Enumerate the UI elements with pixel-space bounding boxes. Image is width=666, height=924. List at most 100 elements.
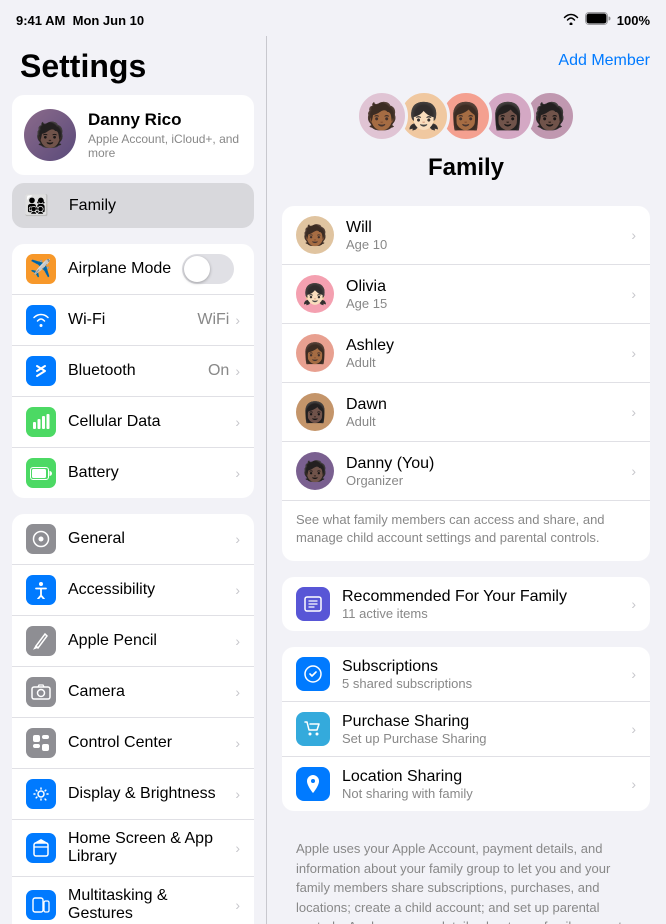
wifi-value: WiFi bbox=[197, 311, 229, 329]
members-info-text: See what family members can access and s… bbox=[282, 501, 650, 561]
bluetooth-chevron: › bbox=[235, 363, 240, 379]
purchase-sharing-info: Purchase Sharing Set up Purchase Sharing bbox=[342, 713, 487, 746]
purchase-sharing-chevron: › bbox=[631, 721, 636, 737]
status-bar: 9:41 AM Mon Jun 10 100% bbox=[0, 0, 666, 36]
multitasking-icon bbox=[26, 890, 56, 920]
controlcenter-label: Control Center bbox=[68, 734, 235, 752]
recommended-chevron: › bbox=[631, 596, 636, 612]
airplane-label: Airplane Mode bbox=[68, 260, 182, 278]
sidebar-item-display[interactable]: Display & Brightness › bbox=[12, 769, 254, 820]
member-olivia-chevron: › bbox=[631, 286, 636, 302]
family-row[interactable]: 👨‍👩‍👧‍👦 Family bbox=[12, 183, 254, 228]
homescreen-chevron: › bbox=[235, 840, 240, 856]
member-avatar-danny: 🧑🏿 bbox=[296, 452, 334, 490]
sidebar-item-general[interactable]: General › bbox=[12, 514, 254, 565]
camera-chevron: › bbox=[235, 684, 240, 700]
sidebar-item-cellular[interactable]: Cellular Data › bbox=[12, 397, 254, 448]
cellular-chevron: › bbox=[235, 414, 240, 430]
applepencil-chevron: › bbox=[235, 633, 240, 649]
sidebar-item-wifi[interactable]: Wi-Fi WiFi › bbox=[12, 295, 254, 346]
sidebar-item-camera[interactable]: Camera › bbox=[12, 667, 254, 718]
profile-subtitle: Apple Account, iCloud+, and more bbox=[88, 132, 242, 160]
location-sharing-icon bbox=[296, 767, 330, 801]
subscriptions-chevron: › bbox=[631, 666, 636, 682]
member-will-chevron: › bbox=[631, 227, 636, 243]
member-olivia[interactable]: 👧🏻 Olivia Age 15 › bbox=[282, 265, 650, 324]
sidebar-item-battery[interactable]: Battery › bbox=[12, 448, 254, 498]
subscriptions-row[interactable]: Subscriptions 5 shared subscriptions › bbox=[282, 647, 650, 702]
family-avatars-large: 🧑🏾 👧🏻 👩🏾 👩🏿 🧑🏿 bbox=[356, 90, 576, 142]
battery-label: Battery bbox=[68, 464, 235, 482]
member-will[interactable]: 🧑🏾 Will Age 10 › bbox=[282, 206, 650, 265]
subscriptions-icon bbox=[296, 657, 330, 691]
multitasking-label: Multitasking & Gestures bbox=[68, 887, 235, 923]
display-label: Display & Brightness bbox=[68, 785, 235, 803]
app-container: Settings 🧑🏿 Danny Rico Apple Account, iC… bbox=[0, 36, 666, 924]
member-danny-chevron: › bbox=[631, 463, 636, 479]
member-avatar-will: 🧑🏾 bbox=[296, 216, 334, 254]
general-icon bbox=[26, 524, 56, 554]
cellular-label: Cellular Data bbox=[68, 413, 235, 431]
sidebar-item-controlcenter[interactable]: Control Center › bbox=[12, 718, 254, 769]
member-ashley[interactable]: 👩🏾 Ashley Adult › bbox=[282, 324, 650, 383]
recommended-row[interactable]: Recommended For Your Family 11 active it… bbox=[282, 577, 650, 631]
member-ashley-chevron: › bbox=[631, 345, 636, 361]
member-info-olivia: Olivia Age 15 bbox=[346, 278, 387, 311]
member-avatar-olivia: 👧🏻 bbox=[296, 275, 334, 313]
member-avatar-dawn: 👩🏿 bbox=[296, 393, 334, 431]
settings-title: Settings bbox=[0, 36, 266, 95]
general-chevron: › bbox=[235, 531, 240, 547]
camera-label: Camera bbox=[68, 683, 235, 701]
add-member-button[interactable]: Add Member bbox=[558, 52, 650, 70]
display-chevron: › bbox=[235, 786, 240, 802]
sidebar-item-bluetooth[interactable]: Bluetooth On › bbox=[12, 346, 254, 397]
multitasking-chevron: › bbox=[235, 897, 240, 913]
airplane-toggle[interactable] bbox=[182, 254, 234, 284]
camera-icon bbox=[26, 677, 56, 707]
member-info-dawn: Dawn Adult bbox=[346, 396, 387, 429]
sidebar-item-homescreen[interactable]: Home Screen & App Library › bbox=[12, 820, 254, 877]
subscriptions-info: Subscriptions 5 shared subscriptions bbox=[342, 658, 472, 691]
family-title: Family bbox=[428, 154, 504, 182]
family-header: 🧑🏾 👧🏻 👩🏾 👩🏿 🧑🏿 Family bbox=[282, 90, 650, 182]
applepencil-icon bbox=[26, 626, 56, 656]
sidebar-item-multitasking[interactable]: Multitasking & Gestures › bbox=[12, 877, 254, 924]
battery-setting-icon bbox=[26, 458, 56, 488]
member-info-ashley: Ashley Adult bbox=[346, 337, 394, 370]
member-avatar-ashley: 👩🏾 bbox=[296, 334, 334, 372]
bluetooth-value: On bbox=[208, 362, 229, 380]
right-panel: Add Member 🧑🏾 👧🏻 👩🏾 👩🏿 🧑🏿 Family 🧑🏾 Will… bbox=[266, 36, 666, 924]
purchase-sharing-row[interactable]: Purchase Sharing Set up Purchase Sharing… bbox=[282, 702, 650, 757]
purchase-sharing-icon bbox=[296, 712, 330, 746]
wifi-icon bbox=[563, 13, 579, 28]
sidebar-item-applepencil[interactable]: Apple Pencil › bbox=[12, 616, 254, 667]
location-sharing-chevron: › bbox=[631, 776, 636, 792]
member-info-danny: Danny (You) Organizer bbox=[346, 455, 434, 488]
display-icon bbox=[26, 779, 56, 809]
bluetooth-icon bbox=[26, 356, 56, 386]
battery-chevron: › bbox=[235, 465, 240, 481]
battery-icon bbox=[585, 12, 611, 28]
controlcenter-icon bbox=[26, 728, 56, 758]
bluetooth-label: Bluetooth bbox=[68, 362, 208, 380]
location-sharing-row[interactable]: Location Sharing Not sharing with family… bbox=[282, 757, 650, 811]
family-members-section: 🧑🏾 Will Age 10 › 👧🏻 Olivia Age 15 › 👩🏾 bbox=[282, 206, 650, 561]
airplane-icon: ✈️ bbox=[26, 254, 56, 284]
controlcenter-chevron: › bbox=[235, 735, 240, 751]
member-dawn[interactable]: 👩🏿 Dawn Adult › bbox=[282, 383, 650, 442]
wifi-label: Wi-Fi bbox=[68, 311, 197, 329]
family-row-label: Family bbox=[69, 197, 116, 215]
profile-card[interactable]: 🧑🏿 Danny Rico Apple Account, iCloud+, an… bbox=[12, 95, 254, 175]
profile-avatar: 🧑🏿 bbox=[24, 109, 76, 161]
settings-section-connectivity: ✈️ Airplane Mode Wi-Fi WiFi › bbox=[12, 244, 254, 498]
wifi-chevron: › bbox=[235, 312, 240, 328]
member-danny[interactable]: 🧑🏿 Danny (You) Organizer › bbox=[282, 442, 650, 501]
sidebar-item-accessibility[interactable]: Accessibility › bbox=[12, 565, 254, 616]
status-indicators: 100% bbox=[563, 12, 650, 28]
wifi-setting-icon bbox=[26, 305, 56, 335]
cellular-icon bbox=[26, 407, 56, 437]
member-dawn-chevron: › bbox=[631, 404, 636, 420]
profile-name: Danny Rico bbox=[88, 110, 242, 130]
sidebar-item-airplane[interactable]: ✈️ Airplane Mode bbox=[12, 244, 254, 295]
profile-info: Danny Rico Apple Account, iCloud+, and m… bbox=[88, 110, 242, 160]
